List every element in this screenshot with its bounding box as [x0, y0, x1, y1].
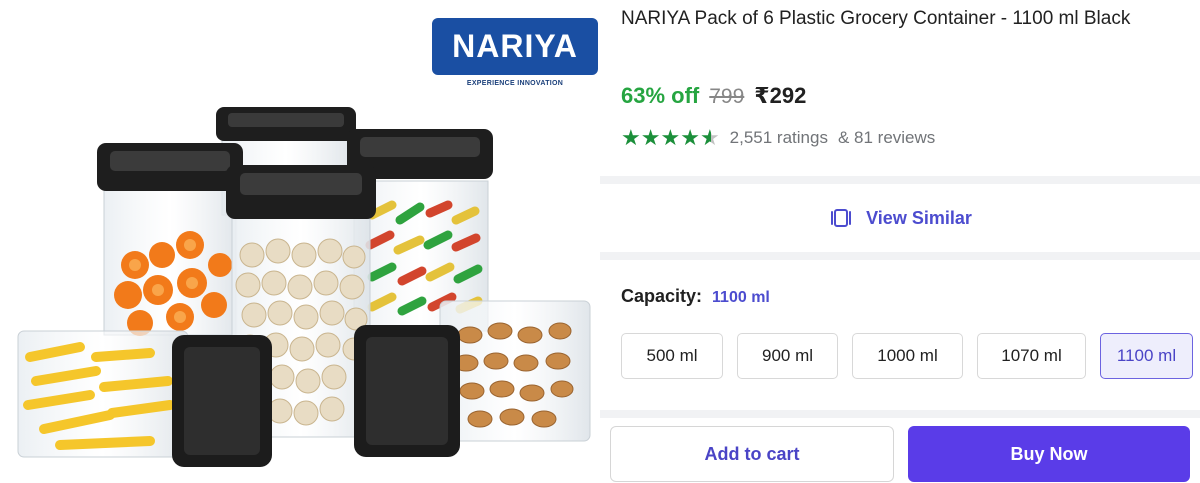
half-star-icon: ★	[699, 125, 720, 150]
discount-percent: 63% off	[621, 83, 700, 108]
price-row: 63% off 799 ₹292	[621, 83, 806, 109]
add-to-cart-button[interactable]: Add to cart	[610, 426, 894, 482]
capacity-options: 500 ml 900 ml 1000 ml 1070 ml 1100 ml	[621, 333, 1193, 379]
capacity-option-1000ml[interactable]: 1000 ml	[852, 333, 963, 379]
capacity-option-500ml[interactable]: 500 ml	[621, 333, 723, 379]
view-similar-icon	[831, 209, 852, 227]
star-icon: ★	[660, 125, 681, 150]
product-image	[17, 107, 591, 467]
container-orange-snacks	[97, 143, 243, 336]
view-similar-label: View Similar	[866, 207, 972, 228]
section-divider	[600, 252, 1200, 260]
capacity-selected-value: 1100 ml	[712, 289, 770, 306]
brand-logo: NARIYA	[432, 18, 598, 75]
rating-row[interactable]: ★ ★ ★ ★ ★ 2,551 ratings & 81 reviews	[621, 127, 935, 149]
brand-tagline: EXPERIENCE INNOVATION	[466, 80, 564, 87]
star-icon: ★	[621, 125, 641, 150]
star-icon: ★	[640, 125, 661, 150]
capacity-option-1100ml[interactable]: 1100 ml	[1100, 333, 1193, 379]
buy-now-button[interactable]: Buy Now	[908, 426, 1190, 482]
brand-logo-text: NARIYA	[452, 28, 578, 64]
capacity-option-1070ml[interactable]: 1070 ml	[977, 333, 1086, 379]
star-rating: ★ ★ ★ ★ ★	[621, 127, 720, 149]
original-price: 799	[709, 85, 745, 108]
capacity-header: Capacity: 1100 ml	[621, 286, 770, 307]
product-title: NARIYA Pack of 6 Plastic Grocery Contain…	[621, 8, 1131, 29]
section-divider	[600, 410, 1200, 418]
view-similar-button[interactable]: View Similar	[600, 184, 1200, 252]
product-details-panel: NARIYA Pack of 6 Plastic Grocery Contain…	[600, 0, 1200, 483]
capacity-label: Capacity:	[621, 286, 703, 306]
star-icon: ★	[680, 125, 700, 150]
product-image-panel[interactable]: NARIYA EXPERIENCE INNOVATION	[0, 0, 600, 483]
section-divider	[600, 176, 1200, 184]
selling-price: ₹292	[754, 83, 807, 108]
reviews-count: & 81 reviews	[837, 128, 936, 147]
container-yellow-pasta	[17, 330, 272, 467]
capacity-option-900ml[interactable]: 900 ml	[737, 333, 838, 379]
ratings-count: 2,551 ratings	[729, 128, 828, 147]
